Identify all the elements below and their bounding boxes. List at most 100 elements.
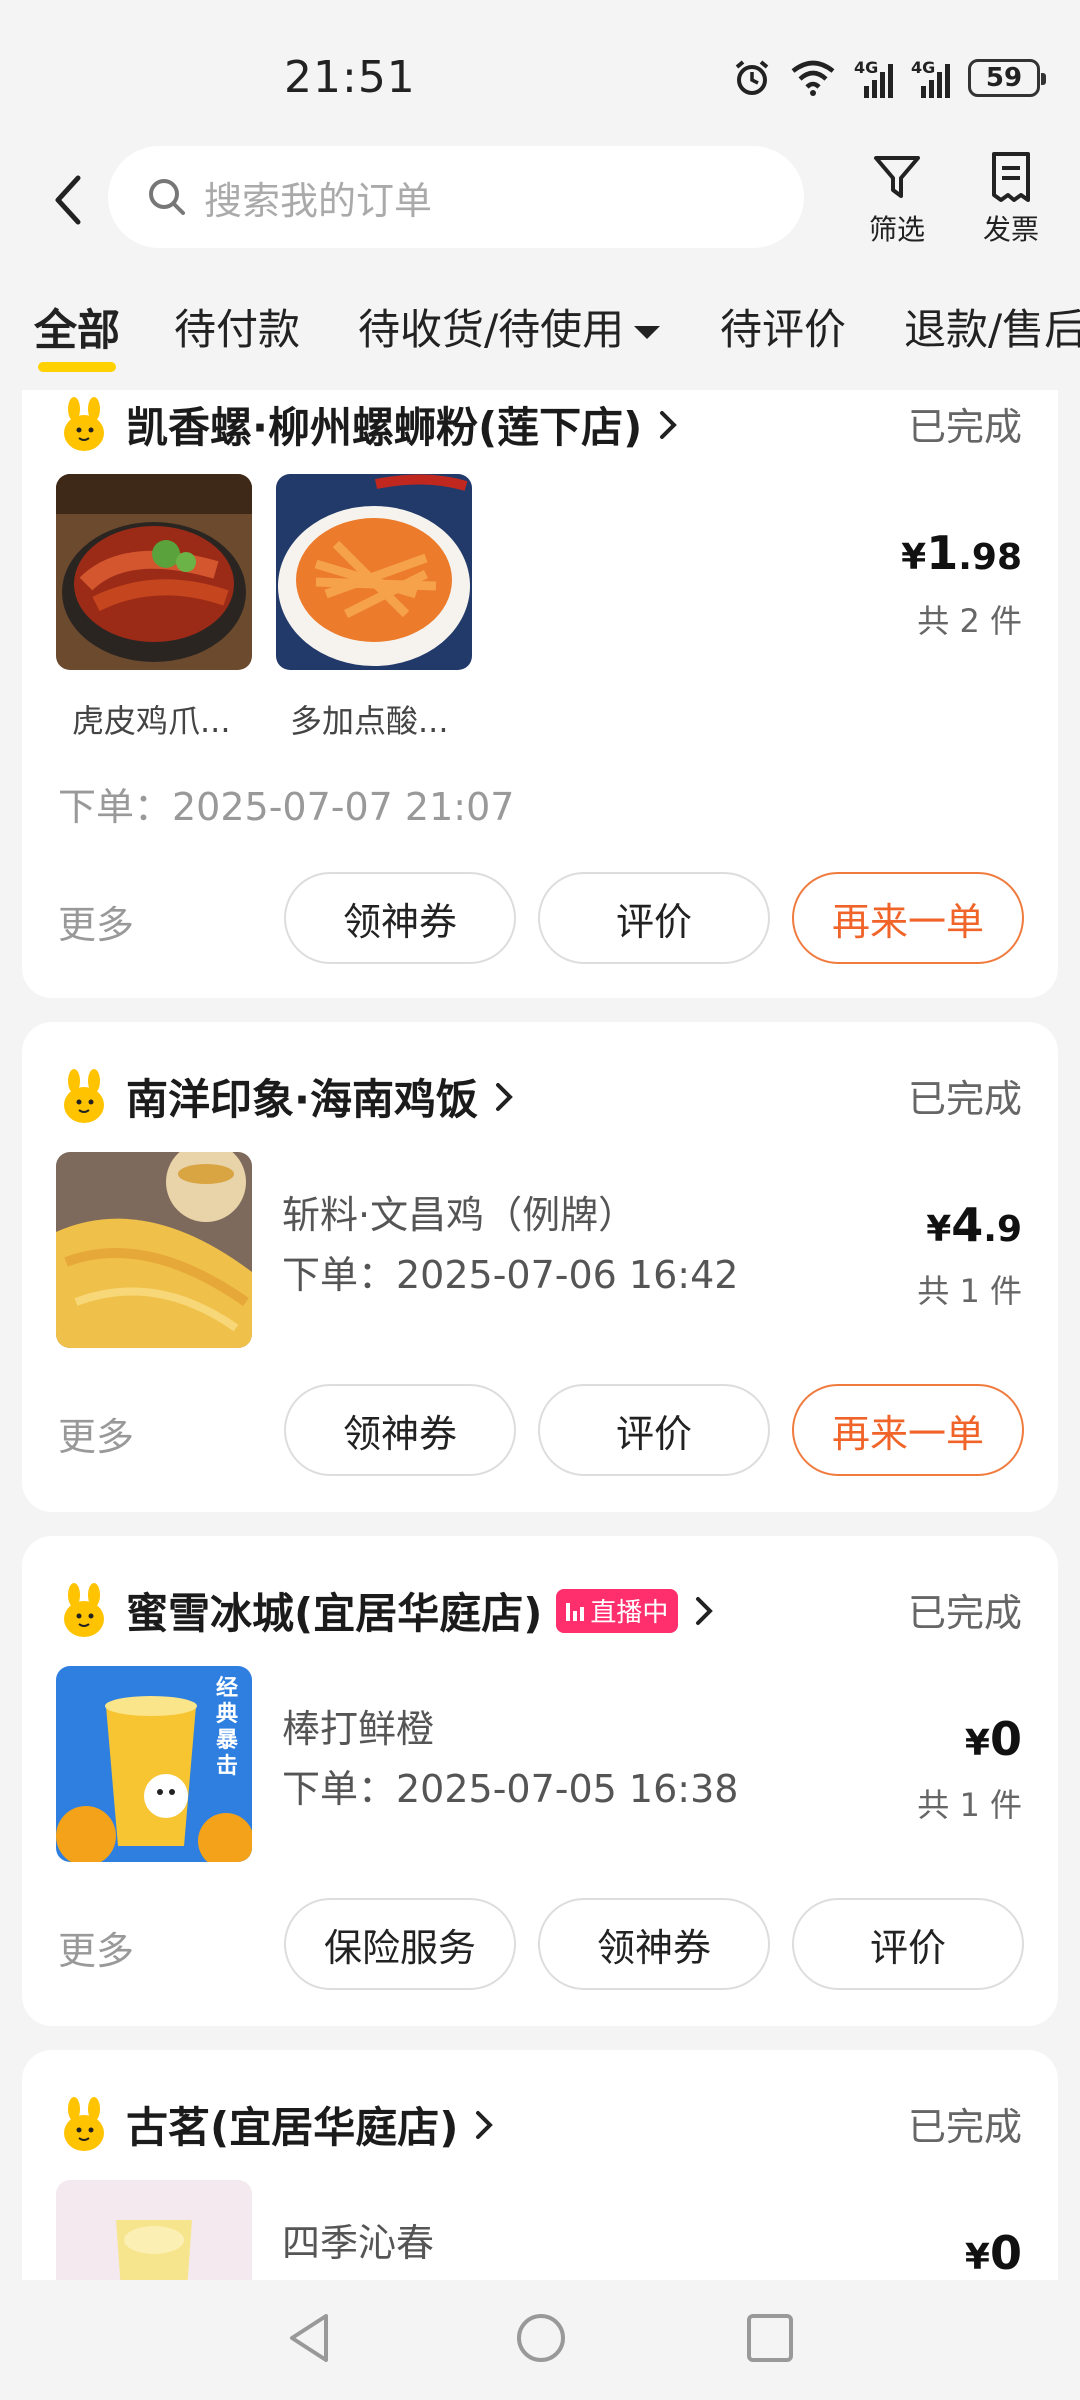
insurance-service-button[interactable]: 保险服务 (284, 1898, 516, 1990)
order-price: ¥0 (965, 2226, 1022, 2280)
tab-pending-receipt[interactable]: 待收货/待使用 (358, 296, 661, 357)
product-caption: 虎皮鸡爪... (72, 702, 231, 740)
back-icon[interactable] (44, 170, 94, 230)
chevron-right-icon (476, 2110, 494, 2139)
meituan-kangaroo-logo-icon (64, 1068, 104, 1123)
more-button[interactable]: 更多 (58, 1920, 134, 1975)
order-time: 下单：2025-07-05 16:38 (282, 1767, 739, 1811)
more-button[interactable]: 更多 (58, 894, 134, 949)
order-status: 已完成 (907, 405, 1022, 449)
nav-recents-icon[interactable] (744, 2310, 796, 2366)
tab-pending-payment[interactable]: 待付款 (174, 296, 300, 357)
price-symbol: ¥ (926, 1209, 952, 1250)
price-decimal: .9 (983, 1209, 1022, 1250)
order-card[interactable]: 凯香螺·柳州螺蛳粉(莲下店) 已完成 虎皮鸡爪... 多加点酸... ¥1.98… (22, 390, 1058, 998)
shop-link[interactable]: 南洋印象·海南鸡饭 (60, 1066, 516, 1127)
review-button[interactable]: 评价 (538, 1384, 770, 1476)
product-image[interactable] (276, 474, 472, 670)
header: 搜索我的订单 筛选 发票 (0, 140, 1080, 260)
caret-down-icon (634, 326, 661, 339)
search-input[interactable]: 搜索我的订单 (108, 146, 804, 248)
invoice-icon (992, 152, 1030, 202)
nav-back-icon[interactable] (284, 2310, 334, 2366)
shop-link[interactable]: 古茗(宜居华庭店) (60, 2094, 496, 2155)
chevron-right-icon (696, 1596, 714, 1625)
price-symbol: ¥ (964, 1723, 990, 1764)
meituan-kangaroo-logo-icon (64, 1582, 104, 1637)
order-status: 已完成 (907, 2105, 1022, 2149)
price-decimal: .98 (958, 537, 1022, 578)
tab-pending-review[interactable]: 待评价 (720, 296, 846, 357)
shop-link[interactable]: 蜜雪冰城(宜居华庭店) 直播中 (60, 1580, 716, 1641)
price-int: 0 (989, 1712, 1022, 1766)
order-time: 下单：2025-07-07 21:07 (58, 785, 515, 829)
network-type-2: 4G (911, 58, 936, 77)
reorder-button[interactable]: 再来一单 (792, 1384, 1024, 1476)
shop-name: 古茗(宜居华庭店) (126, 2103, 459, 2152)
shop-name: 南洋印象·海南鸡饭 (126, 1075, 478, 1124)
shop-name: 凯香螺·柳州螺蛳粉(莲下店) (126, 403, 643, 452)
order-card[interactable]: 古茗(宜居华庭店) 已完成 四季沁春 ¥0 (22, 2050, 1058, 2280)
more-button[interactable]: 更多 (58, 1406, 134, 1461)
product-image[interactable] (56, 1152, 252, 1348)
coupon-button[interactable]: 领神券 (284, 1384, 516, 1476)
order-price: ¥0 (965, 1712, 1022, 1766)
battery-level: 59 (985, 63, 1023, 93)
item-count: 共 2 件 (917, 602, 1022, 640)
wifi-icon (791, 60, 835, 96)
tab-pending-receipt-label: 待收货/待使用 (358, 305, 625, 354)
meituan-kangaroo-logo-icon (64, 396, 104, 451)
status-time: 21:51 (284, 52, 416, 103)
item-count: 共 1 件 (917, 1272, 1022, 1310)
product-image-label: 经典暴击 (216, 1676, 239, 1779)
product-image[interactable] (56, 474, 252, 670)
order-status: 已完成 (907, 1077, 1022, 1121)
product-caption: 多加点酸... (290, 702, 449, 740)
filter-icon (874, 156, 920, 198)
meituan-kangaroo-logo-icon (64, 2096, 104, 2151)
coupon-button[interactable]: 领神券 (284, 872, 516, 964)
coupon-button[interactable]: 领神券 (538, 1898, 770, 1990)
chevron-right-icon (495, 1082, 513, 1111)
tab-refund[interactable]: 退款/售后 (904, 296, 1080, 357)
live-badge[interactable]: 直播中 (556, 1588, 679, 1633)
price-symbol: ¥ (964, 2237, 990, 2278)
price-int: 4 (951, 1198, 984, 1252)
invoice-button[interactable]: 发票 (966, 150, 1056, 248)
alarm-icon (735, 60, 769, 95)
price-int: 1 (926, 526, 959, 580)
invoice-label: 发票 (982, 213, 1039, 246)
search-placeholder: 搜索我的订单 (204, 178, 433, 223)
product-image[interactable]: 经典暴击 (56, 1666, 252, 1862)
live-bars-icon (566, 1601, 585, 1621)
search-icon (149, 179, 185, 215)
product-name: 四季沁春 (282, 2221, 435, 2265)
review-button[interactable]: 评价 (792, 1898, 1024, 1990)
item-count: 共 1 件 (917, 1786, 1022, 1824)
reorder-button[interactable]: 再来一单 (792, 872, 1024, 964)
order-card[interactable]: 南洋印象·海南鸡饭 已完成 斩料·文昌鸡（例牌） 下单：2025-07-06 1… (22, 1022, 1058, 1512)
order-card[interactable]: 蜜雪冰城(宜居华庭店) 直播中 已完成 经典暴击 棒打鲜橙 下单：2025-07… (22, 1536, 1058, 2026)
network-type-1: 4G (854, 58, 879, 77)
price-symbol: ¥ (901, 537, 927, 578)
review-button[interactable]: 评价 (538, 872, 770, 964)
tab-all[interactable]: 全部 (34, 296, 120, 372)
price-int: 0 (989, 2226, 1022, 2280)
shop-link[interactable]: 凯香螺·柳州螺蛳粉(莲下店) (60, 394, 680, 455)
system-nav-bar (0, 2280, 1080, 2400)
status-bar: 21:51 4G 4G 59 (0, 0, 1080, 150)
filter-button[interactable]: 筛选 (852, 150, 942, 248)
order-price: ¥1.98 (901, 526, 1022, 580)
order-status: 已完成 (907, 1591, 1022, 1635)
shop-name: 蜜雪冰城(宜居华庭店) (126, 1589, 543, 1638)
product-name: 棒打鲜橙 (282, 1707, 435, 1751)
order-list: 凯香螺·柳州螺蛳粉(莲下店) 已完成 虎皮鸡爪... 多加点酸... ¥1.98… (0, 390, 1080, 2280)
filter-label: 筛选 (868, 213, 925, 246)
battery-icon: 59 (968, 59, 1046, 97)
order-price: ¥4.9 (926, 1198, 1022, 1252)
order-time: 下单：2025-07-06 16:42 (282, 1253, 739, 1297)
live-badge-label: 直播中 (590, 1598, 669, 1628)
signal-icon-2: 4G (911, 58, 950, 98)
nav-home-icon[interactable] (514, 2310, 568, 2366)
product-image[interactable] (56, 2180, 252, 2280)
